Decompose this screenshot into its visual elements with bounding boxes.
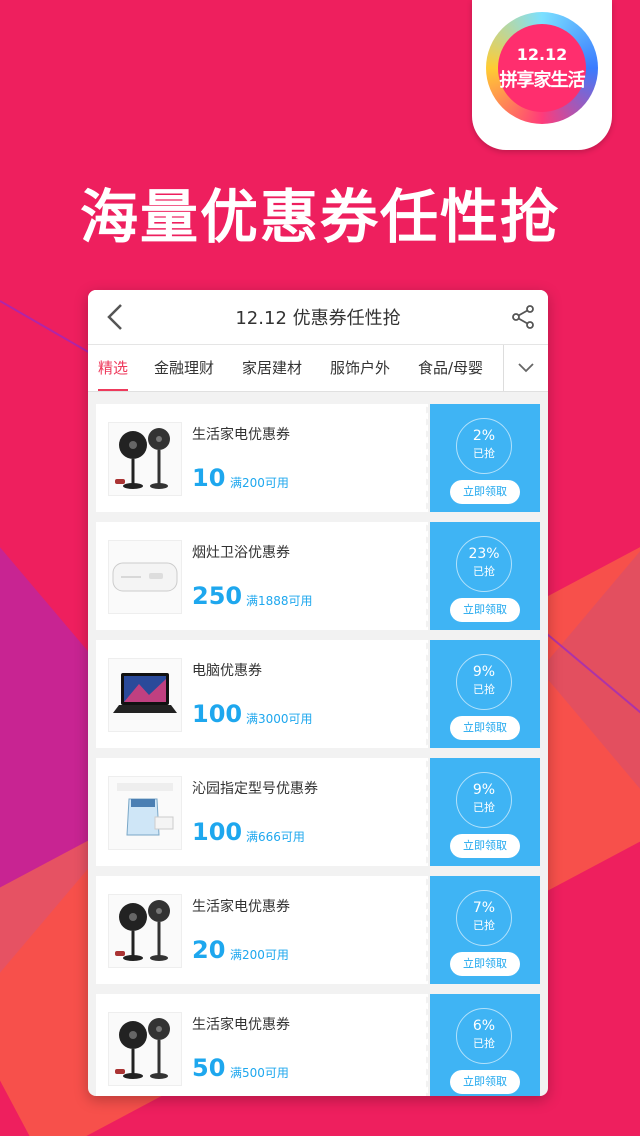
logo-date: 12.12 <box>516 44 568 64</box>
coupon-condition: 满200可用 <box>230 476 289 490</box>
app-screen: 12.12 优惠券任性抢 精选 金融理财 家居建材 服饰户外 食品/母婴 生活家… <box>88 290 548 1096</box>
claimed-label: 已抢 <box>473 447 495 460</box>
coupon-claim-panel: 9% 已抢 立即领取 <box>426 758 540 866</box>
progress-circle: 2% 已抢 <box>456 418 512 474</box>
logo-slogan: 拼享家生活 <box>499 69 586 91</box>
back-button[interactable] <box>98 300 132 334</box>
category-tabs: 精选 金融理财 家居建材 服饰户外 食品/母婴 <box>88 345 548 392</box>
claimed-label: 已抢 <box>473 683 495 696</box>
claim-button[interactable]: 立即领取 <box>450 716 520 740</box>
coupon-name: 生活家电优惠券 <box>192 1017 290 1033</box>
claim-button[interactable]: 立即领取 <box>450 952 520 976</box>
coupon-claim-panel: 7% 已抢 立即领取 <box>426 876 540 984</box>
product-image-fan <box>108 422 182 496</box>
claimed-percent: 23% <box>468 546 500 562</box>
progress-circle: 6% 已抢 <box>456 1008 512 1064</box>
tab-apparel-outdoor[interactable]: 服饰户外 <box>330 345 390 391</box>
product-image-fan <box>108 1012 182 1086</box>
claim-button[interactable]: 立即领取 <box>450 1070 520 1094</box>
coupon-claim-panel: 2% 已抢 立即领取 <box>426 404 540 512</box>
claim-button[interactable]: 立即领取 <box>450 834 520 858</box>
coupon-name: 生活家电优惠券 <box>192 899 290 915</box>
coupon-condition: 满200可用 <box>230 948 289 962</box>
progress-circle: 9% 已抢 <box>456 654 512 710</box>
progress-circle: 23% 已抢 <box>456 536 512 592</box>
claimed-percent: 9% <box>472 664 496 680</box>
progress-circle: 7% 已抢 <box>456 890 512 946</box>
product-image-fan <box>108 894 182 968</box>
coupon-card[interactable]: 烟灶卫浴优惠券 250 满1888可用 23% 已抢 立即领取 <box>96 522 540 630</box>
progress-circle: 9% 已抢 <box>456 772 512 828</box>
coupon-card[interactable]: 电脑优惠券 100 满3000可用 9% 已抢 立即领取 <box>96 640 540 748</box>
share-button[interactable] <box>508 302 538 332</box>
product-image-laptop <box>108 658 182 732</box>
coupon-condition: 满666可用 <box>246 830 305 844</box>
claimed-percent: 7% <box>472 900 496 916</box>
claimed-label: 已抢 <box>473 919 495 932</box>
claimed-percent: 9% <box>472 782 496 798</box>
nav-bar: 12.12 优惠券任性抢 <box>88 290 548 345</box>
coupon-condition: 满1888可用 <box>246 594 313 608</box>
claimed-label: 已抢 <box>473 565 495 578</box>
claimed-percent: 6% <box>472 1018 496 1034</box>
coupon-card[interactable]: 生活家电优惠券 20 满200可用 7% 已抢 立即领取 <box>96 876 540 984</box>
coupon-name: 生活家电优惠券 <box>192 427 290 443</box>
tab-finance[interactable]: 金融理财 <box>154 345 214 391</box>
claim-button[interactable]: 立即领取 <box>450 480 520 504</box>
coupon-name: 电脑优惠券 <box>192 663 262 679</box>
coupon-card[interactable]: 沁园指定型号优惠券 100 满666可用 9% 已抢 立即领取 <box>96 758 540 866</box>
chevron-down-icon <box>518 363 534 373</box>
claimed-label: 已抢 <box>473 1037 495 1050</box>
coupon-claim-panel: 9% 已抢 立即领取 <box>426 640 540 748</box>
coupon-amount: 250 <box>192 582 243 610</box>
coupon-card[interactable]: 生活家电优惠券 50 满500可用 6% 已抢 立即领取 <box>96 994 540 1096</box>
product-image-water-purifier <box>108 776 182 850</box>
coupon-amount: 50 <box>192 1054 226 1082</box>
coupon-claim-panel: 6% 已抢 立即领取 <box>426 994 540 1096</box>
claim-button[interactable]: 立即领取 <box>450 598 520 622</box>
more-categories-button[interactable] <box>503 345 548 391</box>
coupon-amount: 20 <box>192 936 226 964</box>
coupon-list: 生活家电优惠券 10 满200可用 2% 已抢 立即领取 烟灶卫浴优惠券 250… <box>88 392 548 1096</box>
chevron-left-icon <box>107 304 122 330</box>
coupon-amount: 100 <box>192 700 243 728</box>
claimed-label: 已抢 <box>473 801 495 814</box>
coupon-amount: 10 <box>192 464 226 492</box>
claimed-percent: 2% <box>472 428 496 444</box>
coupon-name: 烟灶卫浴优惠券 <box>192 545 290 561</box>
promo-headline: 海量优惠券任性抢 <box>79 183 560 251</box>
tab-food-baby[interactable]: 食品/母婴 <box>418 345 483 391</box>
product-image-water-heater <box>108 540 182 614</box>
page-title: 12.12 优惠券任性抢 <box>235 308 401 329</box>
coupon-claim-panel: 23% 已抢 立即领取 <box>426 522 540 630</box>
coupon-card[interactable]: 生活家电优惠券 10 满200可用 2% 已抢 立即领取 <box>96 404 540 512</box>
coupon-amount: 100 <box>192 818 243 846</box>
coupon-condition: 满500可用 <box>230 1066 289 1080</box>
event-logo: 12.12 拼享家生活 <box>472 0 612 150</box>
coupon-name: 沁园指定型号优惠券 <box>192 781 318 797</box>
tab-home-building[interactable]: 家居建材 <box>242 345 302 391</box>
tab-featured[interactable]: 精选 <box>98 345 129 391</box>
coupon-condition: 满3000可用 <box>246 712 313 726</box>
share-icon <box>512 305 534 329</box>
